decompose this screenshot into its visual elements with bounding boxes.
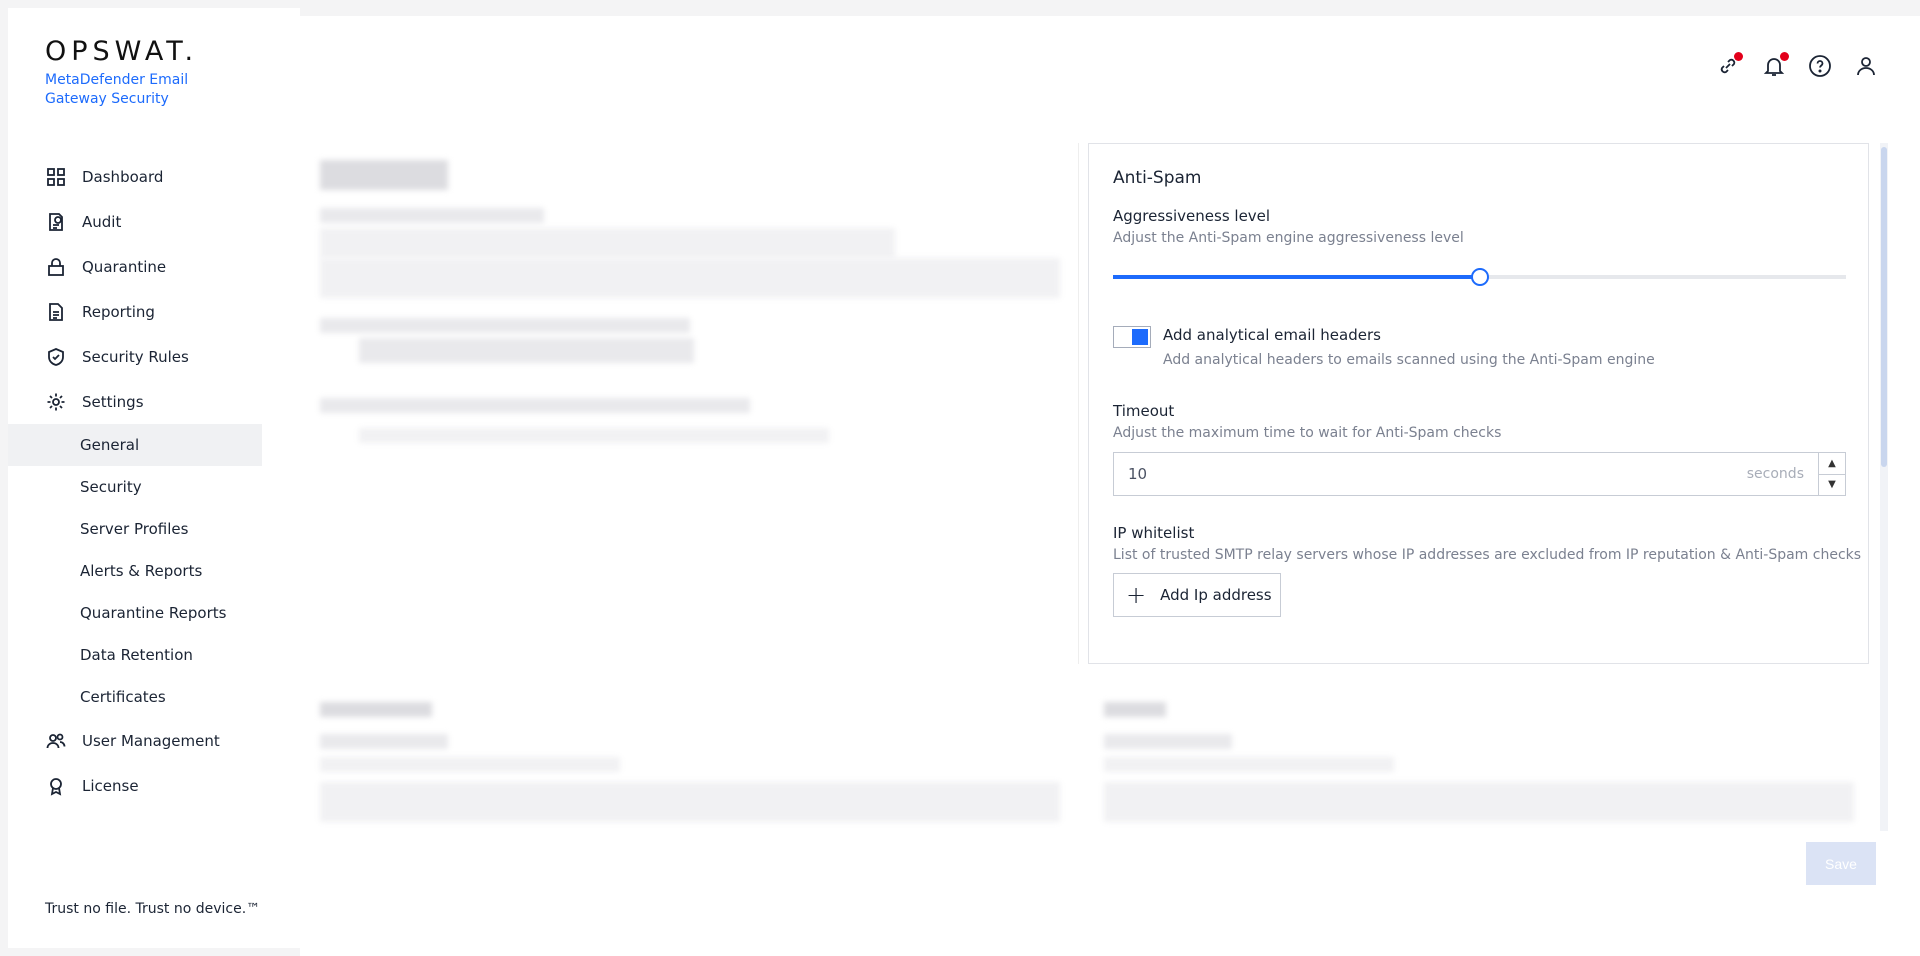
- nav-item-security-rules[interactable]: Security Rules: [8, 334, 300, 379]
- blurred-block: [320, 398, 750, 413]
- blurred-block: [320, 228, 895, 258]
- settings-sub-alerts-reports[interactable]: Alerts & Reports: [8, 550, 300, 592]
- aggressiveness-desc: Adjust the Anti-Spam engine aggressivene…: [1113, 230, 1464, 246]
- analytical-headers-text: Add analytical email headers Add analyti…: [1163, 326, 1655, 368]
- opswat-logo[interactable]: OPSWAT.: [45, 36, 198, 67]
- blurred-panel: [1088, 672, 1869, 832]
- timeout-stepper: ▲ ▼: [1819, 452, 1846, 496]
- anti-spam-card: Anti-Spam Aggressiveness level Adjust th…: [1088, 143, 1869, 664]
- gear-icon: [45, 391, 67, 413]
- analytical-headers-desc: Add analytical headers to emails scanned…: [1163, 352, 1655, 368]
- bell-icon[interactable]: [1762, 52, 1789, 78]
- nav-item-user-management[interactable]: User Management: [8, 718, 300, 763]
- add-ip-address-button[interactable]: + Add Ip address: [1113, 573, 1281, 617]
- settings-sub-general[interactable]: General: [8, 424, 262, 466]
- blurred-block: [320, 734, 448, 749]
- vertical-scrollbar[interactable]: [1880, 143, 1888, 831]
- ip-whitelist-section: IP whitelist List of trusted SMTP relay …: [1113, 524, 1861, 563]
- brand: OPSWAT. MetaDefender Email Gateway Secur…: [45, 36, 198, 109]
- nav-item-settings[interactable]: Settings: [8, 379, 300, 424]
- blurred-block: [320, 782, 1060, 822]
- aggressiveness-label: Aggressiveness level: [1113, 207, 1271, 225]
- timeout-field: 10 seconds ▲ ▼: [1113, 452, 1846, 496]
- blurred-block: [1104, 702, 1166, 717]
- ip-whitelist-desc: List of trusted SMTP relay servers whose…: [1113, 547, 1862, 563]
- analytical-headers-row: Add analytical email headers Add analyti…: [1113, 326, 1655, 368]
- nav-label: Dashboard: [82, 167, 164, 186]
- blurred-block: [320, 160, 448, 190]
- help-icon[interactable]: [1808, 54, 1832, 78]
- shield-check-icon: [45, 346, 67, 368]
- timeout-unit: seconds: [1746, 466, 1804, 482]
- nav-label: Security Rules: [82, 347, 189, 366]
- settings-sub-server-profiles[interactable]: Server Profiles: [8, 508, 300, 550]
- aggressiveness-slider[interactable]: [1113, 267, 1846, 287]
- users-icon: [45, 730, 67, 752]
- blurred-block: [359, 338, 694, 363]
- blurred-block: [320, 208, 544, 223]
- nav-label: Settings: [82, 392, 144, 411]
- timeout-desc: Adjust the maximum time to wait for Anti…: [1113, 425, 1502, 441]
- lock-icon: [45, 256, 67, 278]
- plus-icon: +: [1126, 581, 1147, 609]
- scrollbar-thumb[interactable]: [1881, 147, 1887, 467]
- audit-icon: [45, 211, 67, 233]
- notification-dot: [1734, 52, 1743, 61]
- timeout-section: Timeout Adjust the maximum time to wait …: [1113, 402, 1501, 441]
- link-icon[interactable]: [1716, 52, 1743, 78]
- nav-label: User Management: [82, 731, 220, 750]
- blurred-block: [320, 757, 620, 772]
- nav-item-license[interactable]: License: [8, 763, 300, 808]
- nav-item-reporting[interactable]: Reporting: [8, 289, 300, 334]
- nav-label: Quarantine: [82, 257, 167, 276]
- settings-sub-security[interactable]: Security: [8, 466, 300, 508]
- tagline: Trust no file. Trust no device.™: [45, 901, 261, 917]
- save-button[interactable]: Save: [1806, 842, 1876, 885]
- award-icon: [45, 775, 67, 797]
- settings-sub-data-retention[interactable]: Data Retention: [8, 634, 300, 676]
- nav-label: Audit: [82, 212, 122, 231]
- slider-thumb[interactable]: [1470, 268, 1489, 286]
- nav-label: Reporting: [82, 302, 155, 321]
- analytical-headers-label: Add analytical email headers: [1163, 326, 1381, 344]
- timeout-value: 10: [1128, 465, 1148, 483]
- sidebar: OPSWAT. MetaDefender Email Gateway Secur…: [8, 8, 300, 948]
- chevron-down-icon[interactable]: ▼: [1819, 475, 1845, 496]
- nav-item-audit[interactable]: Audit: [8, 199, 300, 244]
- settings-sub-certificates[interactable]: Certificates: [8, 676, 300, 718]
- timeout-input[interactable]: 10 seconds: [1113, 452, 1819, 496]
- blurred-block: [1104, 782, 1854, 822]
- blurred-panel: [299, 672, 1079, 832]
- slider-fill: [1113, 275, 1480, 279]
- user-icon[interactable]: [1854, 54, 1878, 78]
- nav-label: License: [82, 776, 139, 795]
- ip-whitelist-label: IP whitelist: [1113, 524, 1195, 542]
- blurred-block: [1104, 757, 1394, 772]
- checkbox-mark: [1132, 329, 1148, 345]
- blurred-block: [359, 428, 829, 443]
- add-ip-label: Add Ip address: [1160, 586, 1272, 604]
- blurred-block: [320, 258, 1060, 298]
- aggressiveness-section: Aggressiveness level Adjust the Anti-Spa…: [1113, 207, 1464, 246]
- settings-sub-quarantine-reports[interactable]: Quarantine Reports: [8, 592, 300, 634]
- product-name: MetaDefender Email Gateway Security: [45, 72, 189, 107]
- nav-item-dashboard[interactable]: Dashboard: [8, 154, 300, 199]
- nav-item-quarantine[interactable]: Quarantine: [8, 244, 300, 289]
- document-icon: [45, 301, 67, 323]
- main-nav: Dashboard Audit Quarantine Reporting Sec…: [8, 154, 300, 808]
- blurred-block: [320, 318, 690, 333]
- blurred-block: [1104, 734, 1232, 749]
- notification-dot: [1780, 52, 1789, 61]
- analytical-headers-checkbox[interactable]: [1113, 326, 1151, 348]
- chevron-up-icon[interactable]: ▲: [1819, 453, 1845, 475]
- timeout-label: Timeout: [1113, 402, 1175, 420]
- header-actions: [1716, 52, 1878, 78]
- dashboard-icon: [45, 166, 67, 188]
- card-title: Anti-Spam: [1113, 168, 1202, 188]
- blurred-block: [320, 702, 432, 717]
- blurred-panel: [299, 143, 1079, 664]
